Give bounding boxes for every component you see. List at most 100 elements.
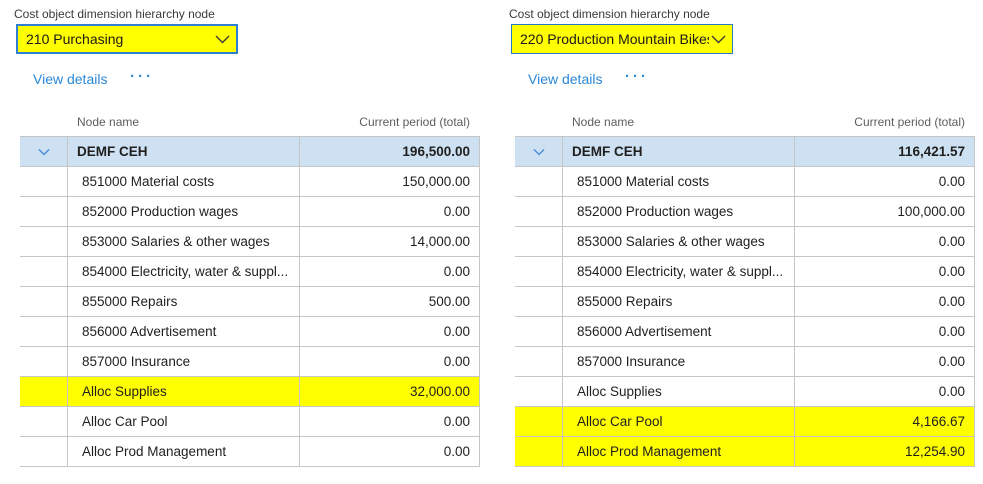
column-header-node-name[interactable]: Node name: [563, 115, 795, 129]
node-name-cell: 851000 Material costs: [563, 167, 795, 196]
row-toggle-cell: [515, 257, 563, 286]
row-toggle-cell: [20, 317, 68, 346]
more-options-button[interactable]: ···: [130, 68, 154, 85]
cost-panel-production-mountain-bikes: Cost object dimension hierarchy node 220…: [509, 0, 977, 484]
table-row[interactable]: 855000 Repairs0.00: [515, 287, 974, 317]
field-label: Cost object dimension hierarchy node: [509, 7, 710, 21]
node-value-cell: 0.00: [795, 227, 974, 256]
node-value-cell: 0.00: [300, 257, 479, 286]
row-toggle-cell: [515, 437, 563, 466]
view-details-link[interactable]: View details: [528, 71, 602, 87]
dropdown-selected-value: 220 Production Mountain Bikes: [520, 31, 709, 47]
node-value-cell: 100,000.00: [795, 197, 974, 226]
table-row[interactable]: 853000 Salaries & other wages0.00: [515, 227, 974, 257]
row-toggle-cell: [20, 407, 68, 436]
chevron-down-icon: [533, 144, 545, 159]
node-value-cell: 0.00: [795, 347, 974, 376]
table-row[interactable]: DEMF CEH116,421.57: [515, 137, 974, 167]
table-row[interactable]: Alloc Prod Management12,254.90: [515, 437, 974, 467]
row-toggle-cell: [515, 197, 563, 226]
node-name-cell: 854000 Electricity, water & suppl...: [68, 257, 300, 286]
row-toggle-cell: [20, 377, 68, 406]
node-value-cell: 0.00: [795, 257, 974, 286]
node-name-cell: 856000 Advertisement: [68, 317, 300, 346]
more-options-button[interactable]: ···: [625, 68, 649, 85]
node-value-cell: 116,421.57: [795, 137, 974, 166]
node-value-cell: 12,254.90: [795, 437, 974, 466]
table-row[interactable]: 854000 Electricity, water & suppl...0.00: [515, 257, 974, 287]
table-row[interactable]: 852000 Production wages100,000.00: [515, 197, 974, 227]
table-row[interactable]: DEMF CEH196,500.00: [20, 137, 479, 167]
table-row[interactable]: Alloc Car Pool4,166.67: [515, 407, 974, 437]
row-toggle-cell: [515, 287, 563, 316]
chevron-down-icon[interactable]: [215, 35, 230, 44]
table-row[interactable]: Alloc Car Pool0.00: [20, 407, 479, 437]
node-name-cell: Alloc Supplies: [68, 377, 300, 406]
grid-body: DEMF CEH116,421.57851000 Material costs0…: [515, 136, 975, 467]
node-name-cell: 853000 Salaries & other wages: [563, 227, 795, 256]
table-row[interactable]: 856000 Advertisement0.00: [20, 317, 479, 347]
node-name-cell: 855000 Repairs: [563, 287, 795, 316]
table-row[interactable]: 852000 Production wages0.00: [20, 197, 479, 227]
node-name-cell: Alloc Prod Management: [563, 437, 795, 466]
chevron-down-icon[interactable]: [711, 35, 726, 44]
chevron-down-icon: [38, 144, 50, 159]
column-header-node-name[interactable]: Node name: [68, 115, 300, 129]
node-value-cell: 196,500.00: [300, 137, 479, 166]
node-value-cell: 0.00: [795, 287, 974, 316]
node-name-cell: DEMF CEH: [563, 137, 795, 166]
node-value-cell: 0.00: [795, 167, 974, 196]
node-name-cell: 852000 Production wages: [563, 197, 795, 226]
hierarchy-node-dropdown[interactable]: 220 Production Mountain Bikes: [511, 24, 733, 54]
grid-body: DEMF CEH196,500.00851000 Material costs1…: [20, 136, 480, 467]
row-toggle-cell: [515, 227, 563, 256]
node-value-cell: 150,000.00: [300, 167, 479, 196]
row-toggle-cell: [20, 257, 68, 286]
table-row[interactable]: Alloc Supplies0.00: [515, 377, 974, 407]
table-row[interactable]: 857000 Insurance0.00: [20, 347, 479, 377]
expand-toggle[interactable]: [515, 137, 563, 166]
row-toggle-cell: [20, 167, 68, 196]
row-toggle-cell: [515, 377, 563, 406]
row-toggle-cell: [515, 317, 563, 346]
node-name-cell: 855000 Repairs: [68, 287, 300, 316]
expand-toggle[interactable]: [20, 137, 68, 166]
node-value-cell: 0.00: [300, 317, 479, 346]
table-row[interactable]: 854000 Electricity, water & suppl...0.00: [20, 257, 479, 287]
node-value-cell: 0.00: [300, 437, 479, 466]
node-name-cell: 857000 Insurance: [68, 347, 300, 376]
table-row[interactable]: 857000 Insurance0.00: [515, 347, 974, 377]
table-row[interactable]: 853000 Salaries & other wages14,000.00: [20, 227, 479, 257]
node-value-cell: 14,000.00: [300, 227, 479, 256]
table-row[interactable]: 851000 Material costs0.00: [515, 167, 974, 197]
table-row[interactable]: Alloc Supplies32,000.00: [20, 377, 479, 407]
node-name-cell: 854000 Electricity, water & suppl...: [563, 257, 795, 286]
grid-header: Node name Current period (total): [20, 108, 480, 136]
node-name-cell: 852000 Production wages: [68, 197, 300, 226]
node-name-cell: DEMF CEH: [68, 137, 300, 166]
table-row[interactable]: Alloc Prod Management0.00: [20, 437, 479, 467]
node-value-cell: 0.00: [300, 197, 479, 226]
column-header-current-period[interactable]: Current period (total): [795, 115, 974, 129]
dropdown-selected-value: 210 Purchasing: [26, 31, 213, 47]
table-row[interactable]: 855000 Repairs500.00: [20, 287, 479, 317]
node-value-cell: 0.00: [795, 377, 974, 406]
column-header-current-period[interactable]: Current period (total): [300, 115, 479, 129]
table-row[interactable]: 856000 Advertisement0.00: [515, 317, 974, 347]
view-details-link[interactable]: View details: [33, 71, 107, 87]
node-value-cell: 4,166.67: [795, 407, 974, 436]
node-value-cell: 500.00: [300, 287, 479, 316]
row-toggle-cell: [20, 287, 68, 316]
row-toggle-cell: [515, 347, 563, 376]
node-name-cell: Alloc Prod Management: [68, 437, 300, 466]
node-name-cell: Alloc Supplies: [563, 377, 795, 406]
table-row[interactable]: 851000 Material costs150,000.00: [20, 167, 479, 197]
field-label: Cost object dimension hierarchy node: [14, 7, 215, 21]
row-toggle-cell: [20, 197, 68, 226]
grid-header: Node name Current period (total): [515, 108, 975, 136]
hierarchy-grid: Node name Current period (total) DEMF CE…: [515, 108, 975, 467]
node-name-cell: Alloc Car Pool: [563, 407, 795, 436]
node-value-cell: 32,000.00: [300, 377, 479, 406]
hierarchy-node-dropdown[interactable]: 210 Purchasing: [16, 24, 238, 54]
hierarchy-grid: Node name Current period (total) DEMF CE…: [20, 108, 480, 467]
